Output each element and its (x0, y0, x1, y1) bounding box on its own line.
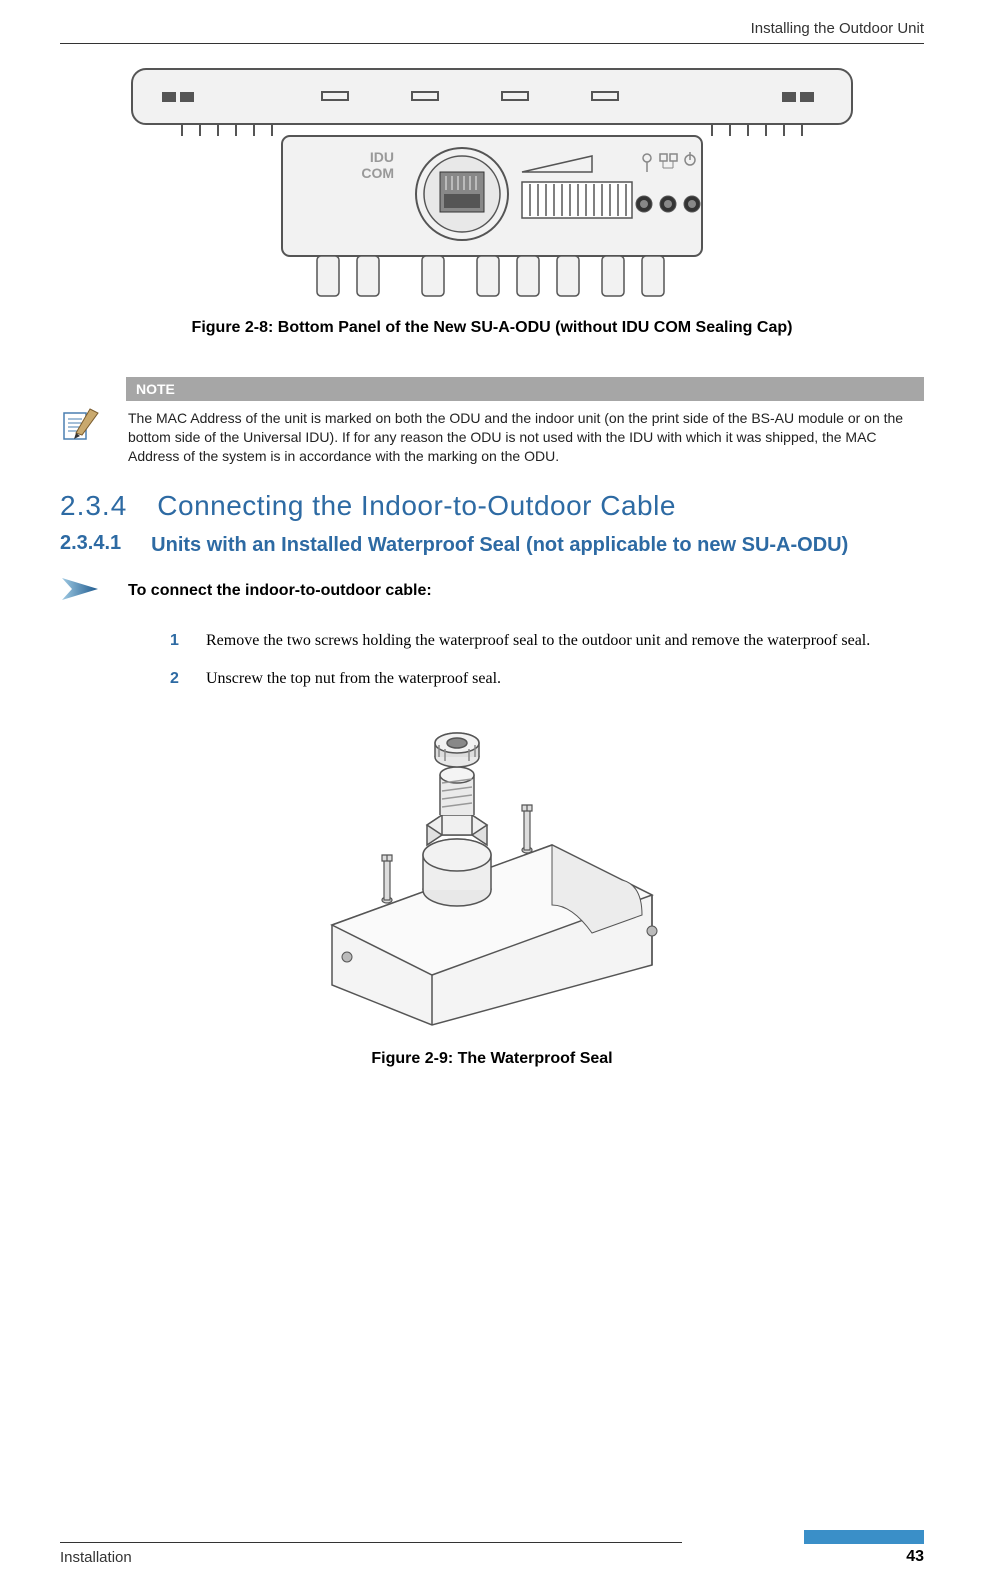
page-footer: Installation 43 (60, 1530, 924, 1566)
section-title: Connecting the Indoor-to-Outdoor Cable (157, 490, 676, 522)
chapter-title: Installing the Outdoor Unit (60, 20, 924, 43)
idu-label-2: COM (361, 165, 394, 181)
section-2-3-4-1-heading: 2.3.4.1 Units with an Installed Waterpro… (60, 532, 924, 558)
subsection-number: 2.3.4.1 (60, 532, 121, 555)
step-number: 1 (170, 629, 188, 653)
idu-label-1: IDU (370, 149, 394, 165)
footer-rule (60, 1542, 682, 1543)
figure-2-8: IDU COM (60, 64, 924, 337)
figure-2-8-caption: Figure 2-8: Bottom Panel of the New SU-A… (60, 319, 924, 337)
footer-section-name: Installation (60, 1549, 682, 1566)
odu-bottom-panel-illustration: IDU COM (122, 64, 862, 304)
procedure-header: To connect the indoor-to-outdoor cable: (60, 574, 924, 609)
step-1: 1 Remove the two screws holding the wate… (170, 629, 924, 653)
note-icon (60, 377, 110, 450)
procedure-title: To connect the indoor-to-outdoor cable: (128, 582, 432, 600)
step-text: Unscrew the top nut from the waterproof … (206, 667, 924, 691)
note-block: NOTE The MAC Address of the unit is mark… (60, 377, 924, 466)
section-2-3-4-heading: 2.3.4 Connecting the Indoor-to-Outdoor C… (60, 490, 924, 522)
page-number: 43 (682, 1544, 924, 1566)
step-text: Remove the two screws holding the waterp… (206, 629, 924, 653)
step-number: 2 (170, 667, 188, 691)
figure-2-9-caption: Figure 2-9: The Waterproof Seal (60, 1050, 924, 1068)
subsection-title: Units with an Installed Waterproof Seal … (151, 532, 848, 558)
note-header: NOTE (126, 377, 924, 401)
header-rule (60, 43, 924, 44)
arrow-icon (60, 574, 110, 609)
note-text: The MAC Address of the unit is marked on… (126, 401, 924, 466)
waterproof-seal-illustration (292, 705, 692, 1035)
footer-accent-bar (804, 1530, 924, 1544)
section-number: 2.3.4 (60, 490, 127, 522)
figure-2-9: Figure 2-9: The Waterproof Seal (60, 705, 924, 1068)
step-2: 2 Unscrew the top nut from the waterproo… (170, 667, 924, 691)
